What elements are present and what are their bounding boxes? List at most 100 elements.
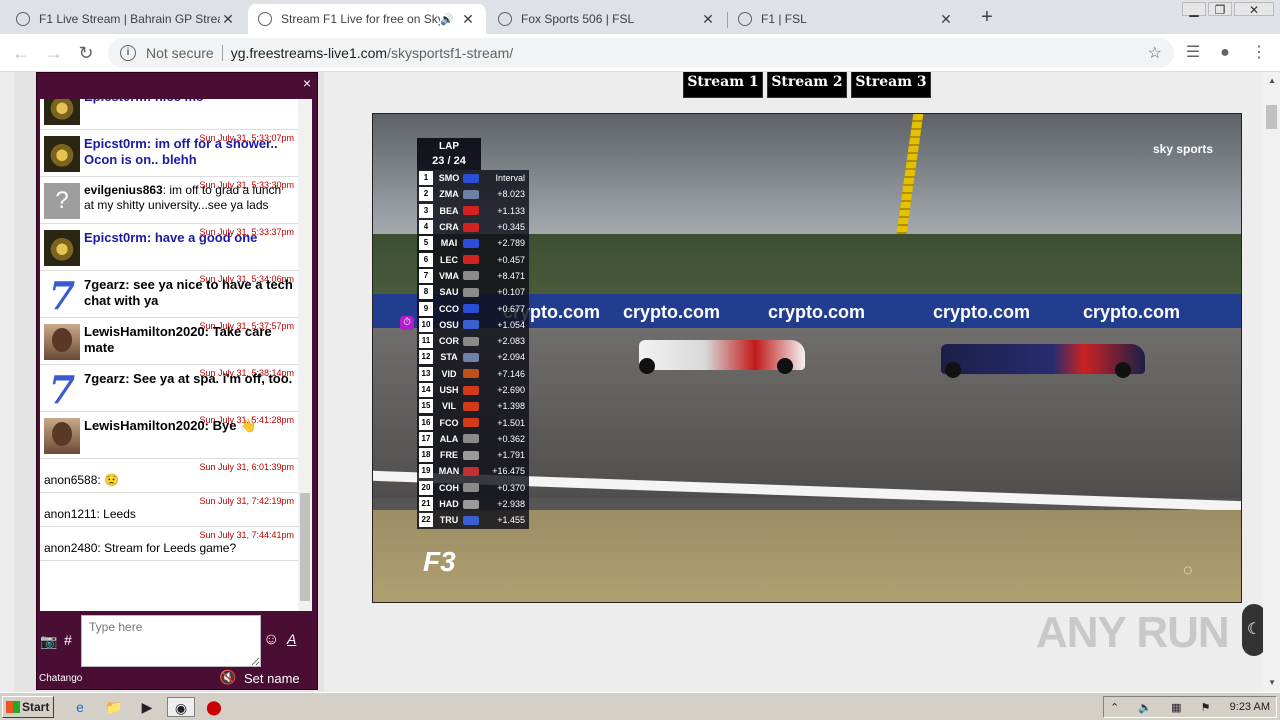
chat-close-icon[interactable]: × [303,75,311,91]
tab-close-icon[interactable]: ✕ [938,11,954,28]
new-tab-button[interactable]: + [976,6,998,28]
tab-close-icon[interactable]: ✕ [460,11,476,28]
message-username[interactable]: 7gearz [84,371,125,386]
tab-close-icon[interactable]: ✕ [220,11,236,28]
driver-code: CCO [439,303,459,314]
ie-icon[interactable]: e [68,697,92,717]
team-logo-icon [463,222,479,232]
flag-icon[interactable]: ⚑ [1201,701,1211,714]
message-username[interactable]: Epicst0rm [84,99,147,104]
volume-icon[interactable]: 🔈 [1138,701,1152,714]
mute-icon[interactable]: 🔇 [219,669,236,686]
scroll-down-icon[interactable]: ▼ [1268,678,1276,687]
user-avatar[interactable] [44,324,80,360]
chat-scrollbar[interactable] [298,99,312,611]
tab-close-icon[interactable]: ✕ [700,11,716,28]
tab-f1-live-stream[interactable]: F1 Live Stream | Bahrain GP Stream ✕ [6,4,246,34]
message-row: Epicst0rm: im off for a shower.. Ocon is… [44,136,294,172]
close-window-button[interactable]: ✕ [1234,2,1274,17]
driver-code: ALA [439,433,459,444]
page-scrollbar[interactable]: ▲ ▼ [1263,72,1280,692]
user-avatar[interactable]: 7 [44,277,80,315]
message-row: Epicst0rm: have a good one [44,230,294,266]
scroll-up-icon[interactable]: ▲ [1268,76,1276,85]
forward-arrow-icon[interactable]: → [43,42,65,64]
user-avatar[interactable]: ? [44,183,80,219]
message-body: 7gearz: see ya nice to have a tech chat … [84,277,294,309]
address-bar[interactable]: i Not secure yg.freestreams-live1.com/sk… [108,38,1174,68]
user-avatar[interactable] [44,99,80,125]
message-body: LewisHamilton2020: Bye 👋 [84,418,256,434]
user-avatar[interactable] [44,136,80,172]
driver-code: MAN [438,466,460,477]
username-separator: : [204,418,213,433]
reload-icon[interactable]: ↻ [75,42,97,64]
message-username[interactable]: 7gearz [84,277,125,292]
message-username[interactable]: LewisHamilton2020 [84,418,205,433]
bookmark-star-icon[interactable]: ☆ [1148,43,1162,63]
video-player[interactable]: crypto.com crypto.com crypto.com crypto.… [372,113,1242,603]
tab-sky-sports-stream[interactable]: Stream F1 Live for free on Sky Sports 🔊 … [248,4,486,34]
interval-gap: +2.690 [497,385,525,395]
user-avatar[interactable]: 7 [44,371,80,409]
tab-fox-sports[interactable]: Fox Sports 506 | FSL ✕ [488,4,726,34]
clock: 9:23 AM [1229,701,1270,713]
security-shield-icon[interactable]: ⬤ [202,697,226,717]
back-arrow-icon[interactable]: ← [10,42,32,64]
message-username[interactable]: anon1211 [44,507,97,521]
user-avatar[interactable] [44,230,80,266]
windows-logo-icon [6,701,20,713]
chrome-icon[interactable]: ◉ [167,697,195,717]
timing-row: 13 VID +7.146 [417,365,529,382]
tab-f1-fsl[interactable]: F1 | FSL ✕ [728,4,964,34]
tray-expand-icon[interactable]: ⌃ [1110,701,1119,714]
explorer-icon[interactable]: 📁 [102,697,126,717]
message-username[interactable]: Epicst0rm [84,230,147,245]
driver-code: FCO [439,417,459,428]
message-row: anon6588: 😟 [44,473,294,488]
stream-1-button[interactable]: Stream 1 [683,72,763,98]
font-style-button[interactable]: A [287,631,296,647]
stream-3-button[interactable]: Stream 3 [851,72,931,98]
tab-strip: F1 Live Stream | Bahrain GP Stream ✕ Str… [0,0,1280,34]
chat-message-input[interactable] [81,615,261,667]
page-scroll-thumb[interactable] [1266,105,1277,129]
emoji-icon[interactable]: ☺ [263,631,279,649]
timing-row: 17 ALA +0.362 [417,430,529,448]
chatango-brand[interactable]: Chatango [39,673,82,684]
message-username[interactable]: evilgenius863 [84,183,163,197]
position-number: 19 [419,464,433,479]
speaker-icon[interactable]: 🔊 [440,13,454,26]
chat-scroll-thumb[interactable] [300,493,310,601]
username-separator: : [204,324,213,339]
message-body: Epicst0rm: have a good one [84,230,257,246]
message-username[interactable]: anon2480 [44,541,97,555]
hashtag-button[interactable]: # [64,632,72,648]
user-avatar[interactable] [44,418,80,454]
start-button[interactable]: Start [2,696,54,718]
message-username[interactable]: Epicst0rm [84,136,147,151]
message-username[interactable]: anon6588 [44,473,97,487]
set-name-link[interactable]: Set name [244,671,300,686]
username-separator: : [125,371,134,386]
message-username[interactable]: LewisHamilton2020 [84,324,205,339]
minimize-button[interactable]: ▁ [1182,2,1206,17]
camera-icon[interactable]: 📷 [40,633,57,650]
network-icon[interactable]: ▦ [1171,701,1181,714]
message-row: anon2480: Stream for Leeds game? [44,541,294,556]
chat-messages: Sun July 31, 5:32:51pmEpicst0rm: nice m8… [40,99,298,611]
media-player-icon[interactable]: ▶ [135,697,159,717]
media-control-icon[interactable]: ☰ [1182,42,1204,64]
url-text[interactable]: yg.freestreams-live1.com/skysportsf1-str… [231,45,513,61]
message-body: anon1211: Leeds [44,507,136,522]
stream-2-button[interactable]: Stream 2 [767,72,847,98]
menu-dots-icon[interactable]: ⋮ [1248,42,1270,64]
lap-label: LAP [439,141,459,152]
info-icon[interactable]: i [120,45,136,61]
maximize-button[interactable]: ❐ [1208,2,1232,17]
security-label: Not secure [146,45,214,61]
profile-icon[interactable]: ● [1214,42,1236,64]
timing-row: 11 COR +2.083 [417,332,529,350]
message-body: Epicst0rm: im off for a shower.. Ocon is… [84,136,294,168]
broadcaster-logo: sky sports [1152,142,1213,156]
